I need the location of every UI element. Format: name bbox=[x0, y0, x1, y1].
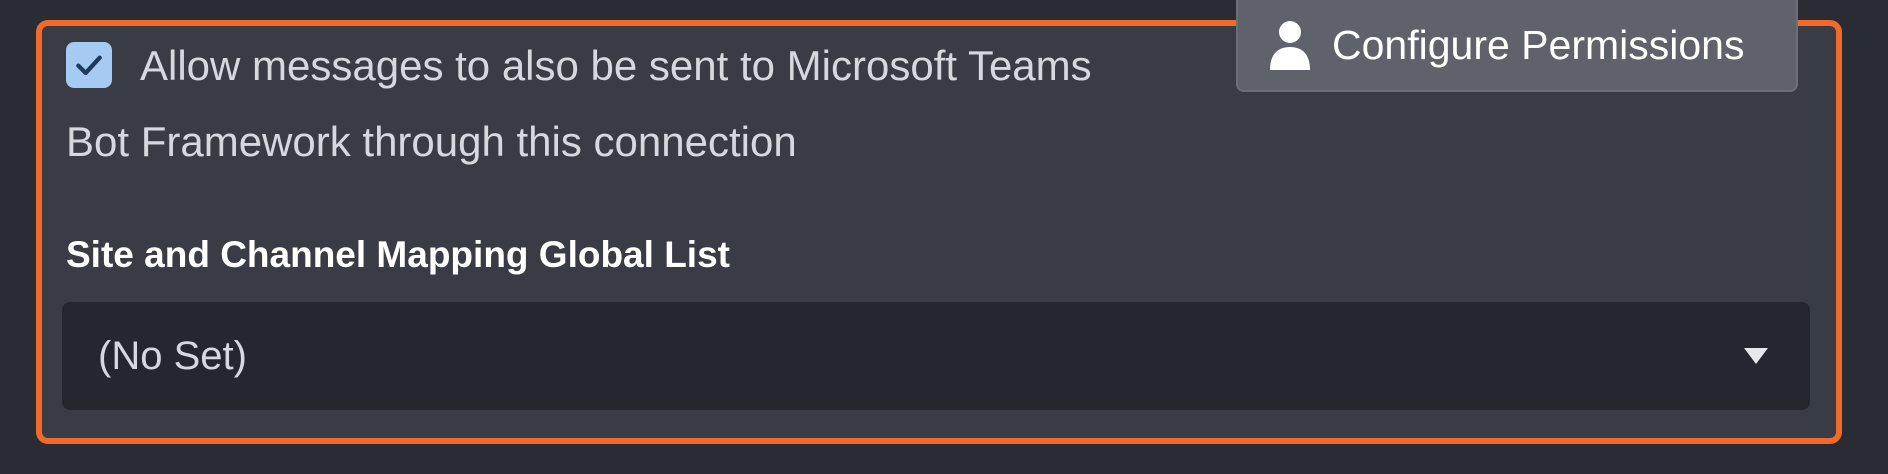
teams-checkbox[interactable] bbox=[66, 42, 112, 88]
chevron-down-icon bbox=[1744, 348, 1768, 364]
mapping-list-select[interactable]: (No Set) bbox=[62, 302, 1810, 410]
teams-checkbox-label: Allow messages to also be sent to Micros… bbox=[140, 42, 1092, 89]
mapping-list-value: (No Set) bbox=[98, 333, 247, 378]
teams-checkbox-label-continued: Bot Framework through this connection bbox=[66, 118, 797, 165]
mapping-list-title: Site and Channel Mapping Global List bbox=[66, 234, 730, 275]
person-icon bbox=[1270, 21, 1310, 70]
configure-permissions-label: Configure Permissions bbox=[1332, 21, 1745, 68]
configure-permissions-button[interactable]: Configure Permissions bbox=[1236, 0, 1798, 92]
checkmark-icon bbox=[76, 55, 102, 76]
